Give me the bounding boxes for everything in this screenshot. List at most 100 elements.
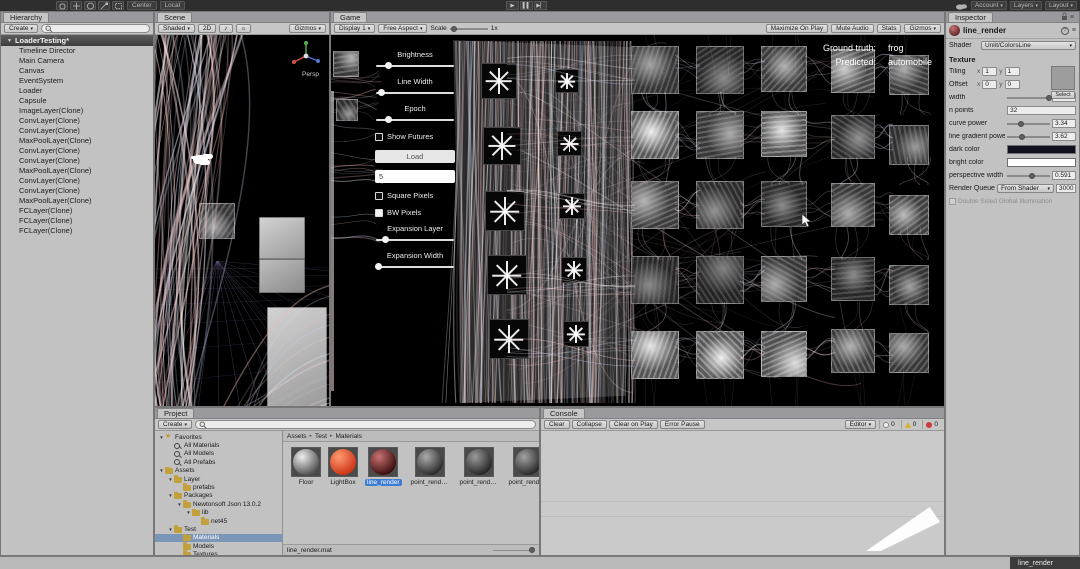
load-button[interactable]: Load: [375, 150, 455, 163]
tab-game[interactable]: Game: [333, 12, 368, 22]
console-collapse-button[interactable]: Collapse: [571, 420, 607, 429]
slider-knob[interactable]: [1019, 133, 1026, 140]
hud-slider-expansion-layer[interactable]: [376, 235, 454, 244]
project-tree-item[interactable]: ▼ Assets: [155, 466, 282, 475]
project-asset[interactable]: line_render: [365, 447, 402, 486]
shading-mode-dropdown[interactable]: Shaded ▾: [158, 24, 195, 33]
hud-slider-line-width[interactable]: [376, 88, 454, 97]
layers-dropdown[interactable]: Layers ▾: [1009, 1, 1042, 10]
project-tree-item[interactable]: ▼ Newtonsoft Json 13.0.2: [155, 500, 282, 508]
mute-audio-toggle[interactable]: Mute Audio: [831, 24, 874, 33]
hierarchy-item[interactable]: Capsule: [1, 96, 153, 106]
hierarchy-item[interactable]: ConvLayer(Clone): [1, 126, 153, 136]
property-slider[interactable]: [1007, 119, 1050, 128]
orientation-gizmo[interactable]: [289, 39, 323, 73]
lighting-toggle-icon[interactable]: ☼: [235, 24, 252, 33]
render-queue-value[interactable]: 3000: [1056, 184, 1076, 193]
project-tree-item[interactable]: Materials: [155, 533, 282, 543]
tab-project[interactable]: Project: [157, 408, 195, 418]
move-tool-icon[interactable]: [70, 1, 82, 10]
scale-tool-icon[interactable]: [98, 1, 110, 10]
hud-slider-brightness[interactable]: [376, 61, 454, 70]
hierarchy-item[interactable]: MaxPoolLayer(Clone): [1, 196, 153, 206]
project-asset[interactable]: point_rende...: [458, 447, 500, 486]
error-count[interactable]: 0: [922, 420, 941, 429]
hierarchy-item[interactable]: Main Camera: [1, 56, 153, 66]
warning-count[interactable]: 0: [900, 420, 920, 429]
cloud-collab-icon[interactable]: [955, 2, 968, 10]
slider-knob[interactable]: [382, 236, 390, 243]
account-dropdown[interactable]: Account ▾: [970, 1, 1007, 10]
hierarchy-item[interactable]: Canvas: [1, 66, 153, 76]
scale-slider[interactable]: [449, 24, 488, 33]
tree-foldout-icon[interactable]: ▼: [185, 510, 192, 515]
project-tree-item[interactable]: All Prefabs: [155, 458, 282, 466]
rotate-tool-icon[interactable]: [84, 1, 96, 10]
tree-foldout-icon[interactable]: ▼: [158, 468, 165, 473]
hierarchy-item[interactable]: ConvLayer(Clone): [1, 146, 153, 156]
tree-foldout-icon[interactable]: ▼: [176, 502, 183, 507]
slider-knob[interactable]: [384, 116, 392, 123]
hierarchy-search-input[interactable]: [41, 24, 150, 33]
project-tree-item[interactable]: ▼ Test: [155, 525, 282, 533]
project-tree-item[interactable]: ▼ Layer: [155, 474, 282, 483]
property-slider[interactable]: [1007, 93, 1052, 102]
help-icon[interactable]: ?: [1060, 26, 1069, 35]
hierarchy-item[interactable]: ConvLayer(Clone): [1, 156, 153, 166]
game-viewport[interactable]: Brightness Line Width Epoch Show Futures Loa…: [331, 35, 944, 406]
tab-hierarchy[interactable]: Hierarchy: [3, 12, 50, 22]
hierarchy-item[interactable]: ConvLayer(Clone): [1, 186, 153, 196]
console-clear-button[interactable]: Clear: [544, 420, 570, 429]
tab-console[interactable]: Console: [543, 408, 585, 418]
aspect-dropdown[interactable]: Free Aspect ▾: [378, 24, 428, 33]
project-asset[interactable]: LightBox: [328, 447, 358, 486]
perspective-label[interactable]: Persp: [302, 71, 319, 78]
project-tree-item[interactable]: All Models: [155, 450, 282, 458]
hierarchy-item[interactable]: FCLayer(Clone): [1, 206, 153, 216]
tiling-x-field[interactable]: 1: [982, 67, 998, 76]
lock-icon[interactable]: [1061, 12, 1068, 21]
breadcrumb-item[interactable]: Assets: [287, 433, 307, 440]
foldout-arrow-icon[interactable]: ▼: [7, 38, 12, 44]
tab-scene[interactable]: Scene: [157, 12, 193, 22]
scene-header-row[interactable]: ▼ LoaderTesting*: [1, 35, 153, 46]
pivot-toggle[interactable]: Center: [127, 1, 157, 10]
slider-knob[interactable]: [384, 62, 392, 69]
hierarchy-item[interactable]: MaxPoolLayer(Clone): [1, 166, 153, 176]
display-dropdown[interactable]: Display 1 ▾: [334, 24, 376, 33]
create-button[interactable]: Create ▾: [158, 420, 193, 429]
hud-slider-epoch[interactable]: [376, 115, 454, 124]
rotation-toggle[interactable]: Local: [159, 1, 186, 10]
hud-checkbox-show-futures[interactable]: Show Futures: [375, 132, 455, 141]
tree-foldout-icon[interactable]: ▼: [158, 435, 165, 440]
step-button[interactable]: ▶▏: [534, 1, 547, 10]
create-button[interactable]: Create ▾: [4, 24, 39, 33]
slider-knob[interactable]: [375, 263, 383, 270]
tree-foldout-icon[interactable]: ▼: [167, 493, 174, 498]
gi-checkbox[interactable]: [949, 198, 956, 205]
layout-dropdown[interactable]: Layout ▾: [1044, 1, 1077, 10]
thumbnail-size-slider[interactable]: [493, 546, 535, 555]
hierarchy-item[interactable]: FCLayer(Clone): [1, 226, 153, 236]
info-count[interactable]: 0: [879, 420, 898, 429]
tab-inspector[interactable]: Inspector: [948, 12, 993, 22]
hierarchy-item[interactable]: ConvLayer(Clone): [1, 116, 153, 126]
project-search-input[interactable]: [195, 420, 536, 429]
project-tree-item[interactable]: ▼ lib: [155, 508, 282, 517]
property-value[interactable]: 3.34: [1052, 119, 1076, 128]
hand-tool-icon[interactable]: [56, 1, 68, 10]
2d-toggle[interactable]: 2D: [197, 24, 217, 33]
rect-tool-icon[interactable]: [112, 1, 124, 10]
slider-knob[interactable]: [528, 547, 535, 553]
pause-button[interactable]: ▌▌: [520, 1, 533, 10]
hierarchy-item[interactable]: EventSystem: [1, 76, 153, 86]
play-button[interactable]: ▶: [506, 1, 519, 10]
context-menu-icon[interactable]: ≡: [1072, 27, 1076, 34]
project-tree-item[interactable]: Textures: [155, 550, 282, 555]
console-clear-on-play-button[interactable]: Clear on Play: [608, 420, 658, 429]
console-error-pause-button[interactable]: Error Pause: [659, 420, 705, 429]
maximize-on-play-toggle[interactable]: Maximize On Play: [765, 24, 829, 33]
offset-y-field[interactable]: 0: [1004, 80, 1020, 89]
editor-target-dropdown[interactable]: Editor ▾: [844, 420, 877, 429]
hud-checkbox-bw-pixels[interactable]: BW Pixels: [375, 208, 455, 217]
